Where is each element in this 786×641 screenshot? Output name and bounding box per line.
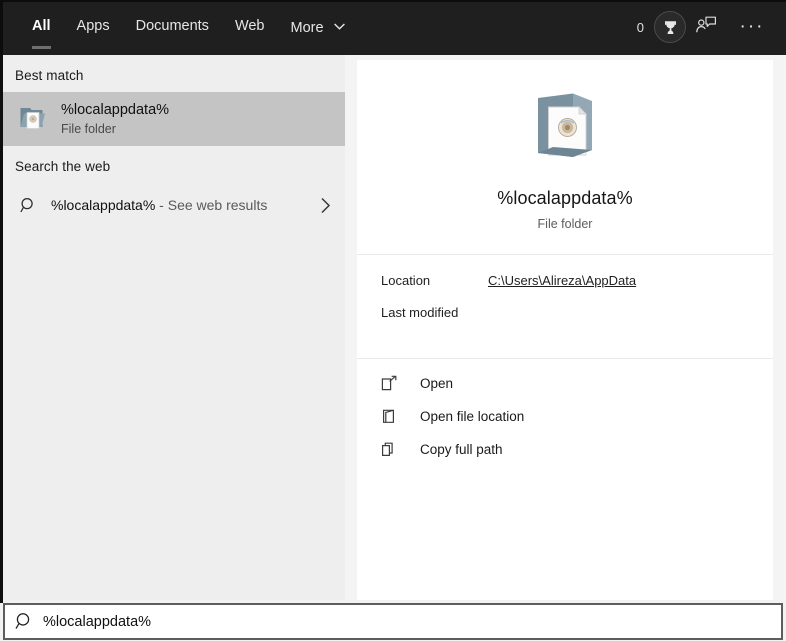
tab-web[interactable]: Web bbox=[222, 3, 278, 49]
web-result-row[interactable]: %localappdata% - See web results bbox=[3, 183, 345, 227]
tab-apps[interactable]: Apps bbox=[64, 3, 123, 49]
action-open-label: Open bbox=[420, 376, 453, 391]
more-options-button[interactable]: ··· bbox=[732, 9, 772, 45]
tab-all[interactable]: All bbox=[19, 3, 64, 49]
metadata-row-location: Location C:\Users\Alireza\AppData bbox=[381, 273, 773, 305]
open-folder-icon bbox=[381, 408, 403, 425]
ellipsis-icon: ··· bbox=[740, 16, 765, 38]
chevron-right-icon[interactable] bbox=[320, 197, 331, 214]
tab-apps-label: Apps bbox=[77, 18, 110, 34]
action-copy-full-path-label: Copy full path bbox=[420, 442, 503, 457]
preview-header: %localappdata% File folder bbox=[357, 60, 773, 231]
preview-title: %localappdata% bbox=[357, 188, 773, 209]
copy-pages-icon bbox=[381, 441, 403, 458]
best-match-subtitle: File folder bbox=[61, 122, 169, 137]
best-match-title: %localappdata% bbox=[61, 102, 169, 119]
preview-pane: %localappdata% File folder Location C:\U… bbox=[357, 60, 773, 600]
best-match-result[interactable]: %localappdata% File folder bbox=[3, 92, 345, 146]
file-folder-large-icon bbox=[357, 82, 773, 178]
tab-all-underline bbox=[32, 46, 51, 49]
search-input[interactable] bbox=[43, 610, 781, 634]
filter-tabs: All Apps Documents Web More bbox=[19, 2, 358, 50]
action-open[interactable]: Open bbox=[357, 367, 773, 400]
right-gap-column bbox=[773, 55, 786, 600]
open-external-icon bbox=[381, 375, 403, 392]
search-magnifier-icon bbox=[5, 612, 43, 631]
metadata-value-location[interactable]: C:\Users\Alireza\AppData bbox=[488, 273, 636, 288]
tab-web-label: Web bbox=[235, 18, 265, 34]
search-filter-topbar: All Apps Documents Web More bbox=[0, 0, 786, 55]
results-pane: Best match %localappdata% File folder Se… bbox=[3, 55, 345, 600]
action-open-file-location-label: Open file location bbox=[420, 409, 524, 424]
chevron-down-icon bbox=[334, 3, 345, 49]
preview-actions: Open Open file location bbox=[357, 359, 773, 466]
file-folder-icon bbox=[15, 102, 49, 136]
best-match-header: Best match bbox=[3, 55, 345, 92]
web-result-query: %localappdata% bbox=[51, 197, 155, 213]
search-bar[interactable] bbox=[3, 603, 783, 640]
windows-search-flyout: All Apps Documents Web More bbox=[0, 0, 786, 641]
tab-documents-label: Documents bbox=[136, 18, 209, 34]
best-match-text: %localappdata% File folder bbox=[61, 102, 169, 137]
metadata-key-last-modified: Last modified bbox=[381, 305, 488, 320]
tab-all-label: All bbox=[32, 18, 51, 34]
pane-gap-column bbox=[345, 55, 357, 600]
web-result-label: %localappdata% - See web results bbox=[51, 197, 320, 213]
preview-metadata: Location C:\Users\Alireza\AppData Last m… bbox=[357, 255, 773, 337]
web-result-suffix: - See web results bbox=[155, 197, 267, 213]
metadata-row-last-modified: Last modified bbox=[381, 305, 773, 337]
feedback-person-icon bbox=[695, 15, 717, 40]
tab-documents[interactable]: Documents bbox=[123, 3, 222, 49]
metadata-key-location: Location bbox=[381, 273, 488, 288]
feedback-button[interactable] bbox=[688, 9, 724, 45]
rewards-button[interactable] bbox=[652, 9, 688, 45]
rewards-trophy-icon bbox=[654, 11, 686, 43]
preview-subtitle: File folder bbox=[357, 217, 773, 231]
action-copy-full-path[interactable]: Copy full path bbox=[357, 433, 773, 466]
action-open-file-location[interactable]: Open file location bbox=[357, 400, 773, 433]
tab-more-label: More bbox=[291, 20, 324, 36]
rewards-count: 0 bbox=[637, 20, 644, 35]
tab-more[interactable]: More bbox=[278, 3, 358, 49]
search-the-web-header: Search the web bbox=[3, 146, 345, 183]
topbar-right-controls: 0 bbox=[637, 2, 772, 52]
search-magnifier-icon bbox=[15, 197, 41, 214]
